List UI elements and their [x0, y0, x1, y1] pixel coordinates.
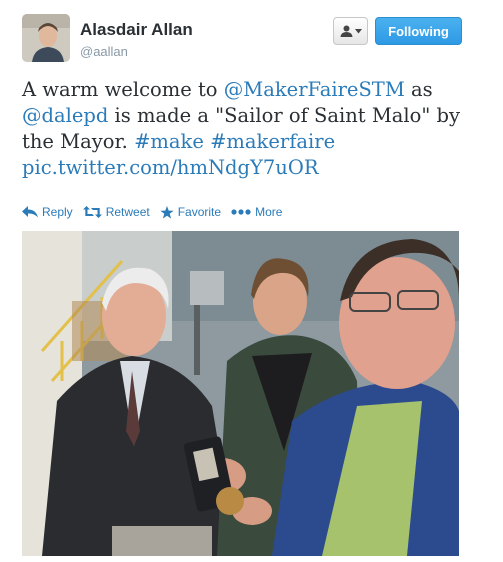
retweet-label: Retweet — [105, 205, 150, 219]
mention-link[interactable]: @dalepd — [22, 104, 108, 127]
hashtag-link[interactable]: #make — [134, 130, 204, 153]
reply-label: Reply — [42, 205, 73, 219]
favorite-label: Favorite — [177, 205, 222, 219]
tweet-photo[interactable] — [22, 231, 459, 556]
reply-icon — [22, 206, 38, 218]
more-dots-icon — [231, 209, 251, 215]
user-icon — [340, 25, 352, 37]
mention-link[interactable]: @MakerFaireSTM — [224, 78, 405, 101]
user-actions-dropdown[interactable] — [333, 17, 368, 45]
retweet-button[interactable]: Retweet — [82, 205, 150, 219]
following-button[interactable]: Following — [375, 17, 462, 45]
reply-button[interactable]: Reply — [22, 205, 73, 219]
tweet-text-segment: A warm welcome to — [22, 78, 224, 101]
hashtag-link[interactable]: #makerfaire — [210, 130, 335, 153]
avatar[interactable] — [22, 14, 70, 62]
star-icon — [160, 205, 174, 218]
tweet-text-segment: as — [404, 78, 433, 101]
caret-down-icon — [354, 28, 362, 33]
more-label: More — [255, 205, 283, 219]
media-link[interactable]: pic.twitter.com/hmNdgY7uOR — [22, 156, 319, 179]
author-handle[interactable]: @aallan — [80, 44, 128, 59]
author-name[interactable]: Alasdair Allan — [80, 20, 193, 40]
tweet-text: A warm welcome to @MakerFaireSTM as @dal… — [22, 77, 462, 181]
tweet-actions: Reply Retweet Favorite More — [22, 202, 282, 222]
retweet-icon — [82, 206, 102, 218]
more-button[interactable]: More — [231, 205, 282, 219]
favorite-button[interactable]: Favorite — [160, 205, 221, 219]
tweet-header: Alasdair Allan @aallan Following — [22, 14, 462, 64]
